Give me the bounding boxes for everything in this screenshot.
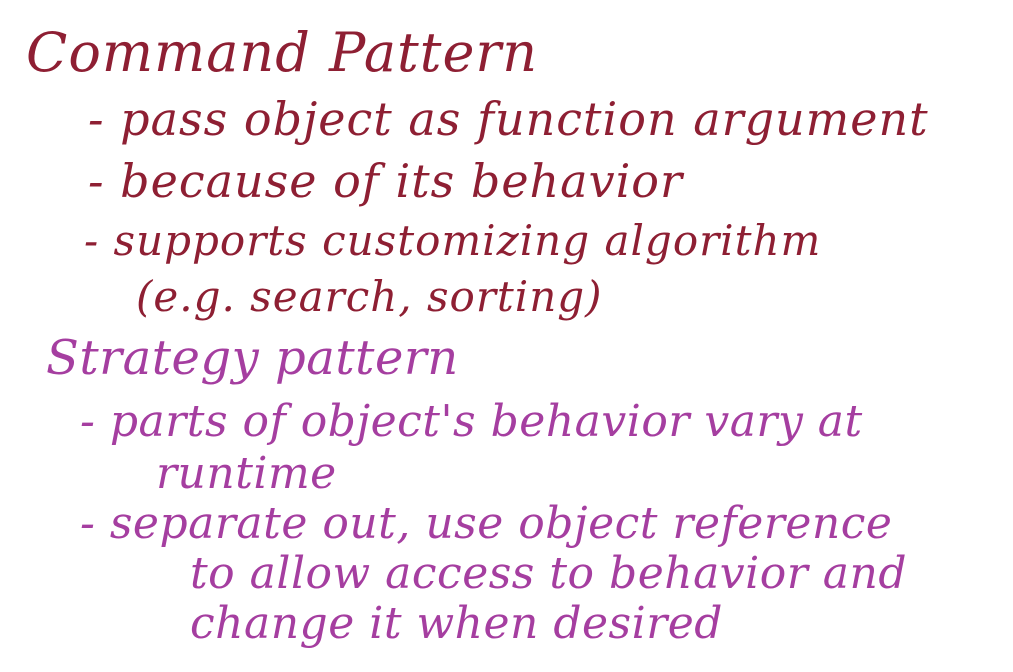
strategy-bullet-separate-continued-1: to allow access to behavior and [190,548,907,599]
command-bullet-customizing: - supports customizing algorithm [84,216,822,265]
strategy-bullet-vary-continued: runtime [156,448,337,499]
command-bullet-customizing-continued: (e.g. search, sorting) [136,272,603,321]
command-pattern-heading: Command Pattern [26,21,538,84]
handwritten-notes-page: Command Pattern - pass object as functio… [0,0,1013,672]
strategy-pattern-heading: Strategy pattern [46,330,459,386]
strategy-bullet-separate: - separate out, use object reference [80,498,893,549]
command-bullet-behavior: - because of its behavior [88,154,683,208]
strategy-bullet-vary: - parts of object's behavior vary at [80,396,863,447]
command-bullet-pass-object: - pass object as function argument [88,92,929,146]
strategy-bullet-separate-continued-2: change it when desired [190,598,723,649]
